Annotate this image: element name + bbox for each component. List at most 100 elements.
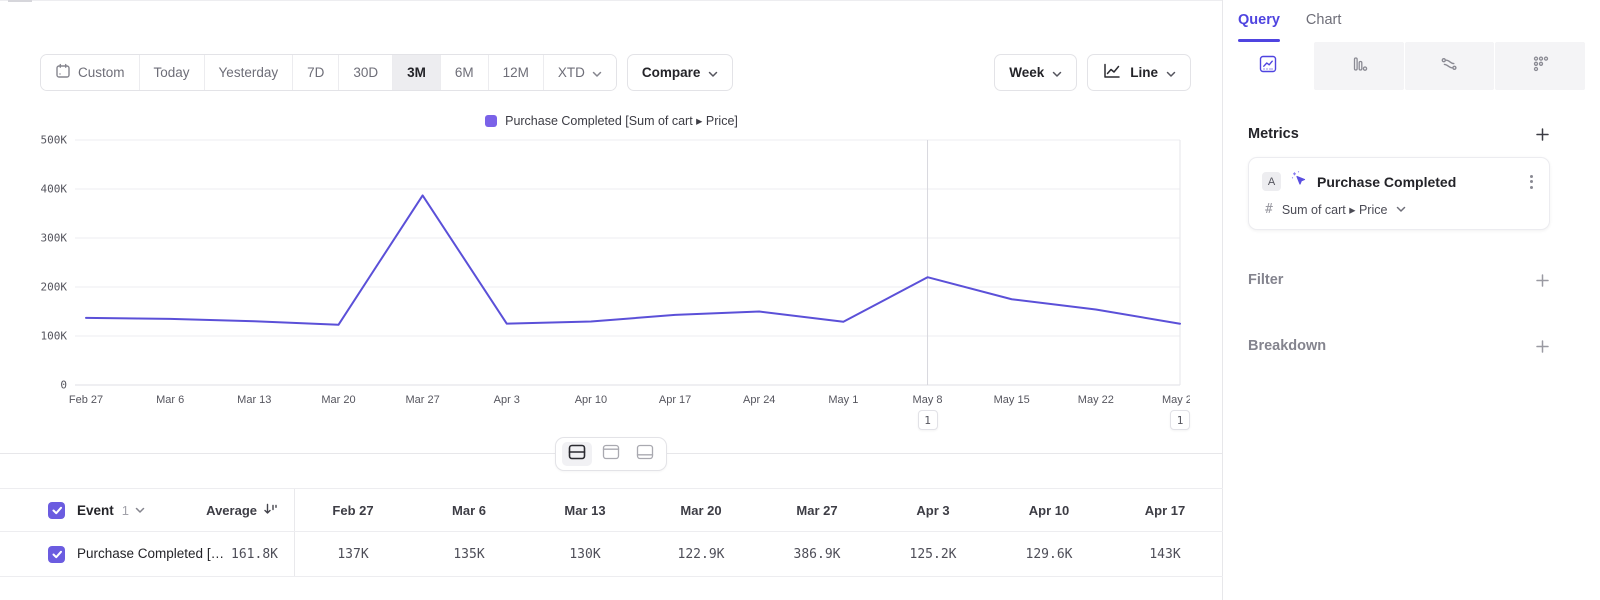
table-value-cell: 386.9K xyxy=(759,532,875,576)
event-sparkle-icon xyxy=(1290,170,1308,193)
chart-toolbar: CustomTodayYesterday7D30D3M6M12MXTD Comp… xyxy=(40,54,1191,91)
panel-tabs: Query Chart xyxy=(1223,0,1600,42)
svg-text:Apr 10: Apr 10 xyxy=(575,394,607,406)
table-value-cell: 122.9K xyxy=(643,532,759,576)
svg-text:Mar 27: Mar 27 xyxy=(405,394,439,406)
line-chart: 0100K200K300K400K500KFeb 27Mar 6Mar 13Ma… xyxy=(40,130,1190,420)
funnels-icon xyxy=(1349,54,1369,79)
date-range-yesterday[interactable]: Yesterday xyxy=(205,55,294,90)
event-header-label: Event xyxy=(77,503,114,518)
svg-text:100K: 100K xyxy=(41,330,68,343)
date-header-cells: Feb 27Mar 6Mar 13Mar 20Mar 27Apr 3Apr 10… xyxy=(295,489,1223,531)
annotation-badge[interactable]: 1 xyxy=(918,410,938,430)
svg-text:Apr 3: Apr 3 xyxy=(494,394,520,406)
layout-toggle-chart-only[interactable] xyxy=(596,442,626,466)
date-column-header[interactable]: Feb 27 xyxy=(295,489,411,531)
table-value-cell: 137K xyxy=(295,532,411,576)
svg-text:May 29: May 29 xyxy=(1162,394,1190,406)
panel-tab-query[interactable]: Query xyxy=(1238,12,1280,42)
granularity-label: Week xyxy=(1009,65,1044,80)
aggregation-selector[interactable]: # Sum of cart ▸ Price xyxy=(1262,200,1537,218)
report-main-area: CustomTodayYesterday7D30D3M6M12MXTD Comp… xyxy=(0,0,1223,600)
svg-text:May 1: May 1 xyxy=(828,394,858,406)
line-chart-icon xyxy=(1102,62,1122,83)
date-column-header[interactable]: Apr 3 xyxy=(875,489,991,531)
row-checkbox[interactable] xyxy=(48,546,65,563)
metric-card[interactable]: A Purchase Completed # Sum of cart ▸ Pri… xyxy=(1248,157,1550,230)
date-range-3m[interactable]: 3M xyxy=(393,55,441,90)
table-value-cell: 125.2K xyxy=(875,532,991,576)
breakdown-section-header: Breakdown xyxy=(1248,338,1550,354)
date-range-xtd[interactable]: XTD xyxy=(544,55,616,90)
breakdown-title: Breakdown xyxy=(1248,338,1326,354)
date-column-header[interactable]: Mar 13 xyxy=(527,489,643,531)
kebab-menu-icon[interactable] xyxy=(1526,173,1537,191)
report-type-tab-retention[interactable] xyxy=(1495,42,1585,90)
layout-toggle-split-view[interactable] xyxy=(562,442,592,466)
legend-label: Purchase Completed [Sum of cart ▸ Price] xyxy=(505,113,738,128)
metric-card-row: A Purchase Completed xyxy=(1262,170,1537,193)
compare-label: Compare xyxy=(642,65,701,80)
date-column-header[interactable]: Apr 10 xyxy=(991,489,1107,531)
average-header-cell[interactable]: Average xyxy=(196,489,295,531)
date-column-header[interactable]: Mar 20 xyxy=(643,489,759,531)
add-metric-button[interactable] xyxy=(1535,127,1550,142)
panel-tab-chart[interactable]: Chart xyxy=(1306,12,1341,42)
table-only-icon xyxy=(634,443,656,466)
svg-text:400K: 400K xyxy=(41,183,68,196)
query-panel: QueryChart Metrics A Purchase Completed … xyxy=(1223,0,1600,600)
calendar-icon xyxy=(55,63,71,82)
chart-legend: Purchase Completed [Sum of cart ▸ Price] xyxy=(0,113,1223,128)
date-column-header[interactable]: Apr 17 xyxy=(1107,489,1223,531)
date-column-header[interactable]: Mar 27 xyxy=(759,489,875,531)
report-type-tab-insights[interactable] xyxy=(1223,42,1313,90)
insights-icon xyxy=(1258,54,1278,79)
svg-text:Apr 24: Apr 24 xyxy=(743,394,775,406)
svg-text:Mar 13: Mar 13 xyxy=(237,394,271,406)
svg-text:Mar 6: Mar 6 xyxy=(156,394,184,406)
table-value-cell: 143K xyxy=(1107,532,1223,576)
date-range-7d[interactable]: 7D xyxy=(293,55,339,90)
display-controls: Week Line xyxy=(994,54,1191,91)
row-name-cell: Purchase Completed [Sum of cart ▸ Price] xyxy=(0,532,227,576)
table-value-cell: 130K xyxy=(527,532,643,576)
average-value: 161.8K xyxy=(231,547,278,562)
retention-icon xyxy=(1530,54,1550,79)
date-range-controls: CustomTodayYesterday7D30D3M6M12MXTD Comp… xyxy=(40,54,733,91)
date-range-6m[interactable]: 6M xyxy=(441,55,489,90)
report-type-tab-flows[interactable] xyxy=(1405,42,1495,90)
svg-text:May 8: May 8 xyxy=(913,394,943,406)
layout-toggle-table-only[interactable] xyxy=(630,442,660,466)
report-type-tabs xyxy=(1223,42,1586,90)
row-name-label: Purchase Completed [Sum of cart ▸ Price] xyxy=(77,546,227,562)
table-value-cell: 129.6K xyxy=(991,532,1107,576)
chart-type-button[interactable]: Line xyxy=(1087,54,1191,91)
chevron-down-icon xyxy=(135,501,145,519)
table-header-row: Event 1 Average Feb 27Mar 6Mar 13Mar 20M… xyxy=(0,488,1223,532)
date-range-30d[interactable]: 30D xyxy=(339,55,393,90)
event-count: 1 xyxy=(122,503,129,518)
svg-text:May 15: May 15 xyxy=(994,394,1030,406)
compare-button[interactable]: Compare xyxy=(627,54,734,91)
svg-text:300K: 300K xyxy=(41,232,68,245)
svg-text:Mar 20: Mar 20 xyxy=(321,394,355,406)
table-row[interactable]: Purchase Completed [Sum of cart ▸ Price]… xyxy=(0,532,1223,577)
add-breakdown-button[interactable] xyxy=(1535,339,1550,354)
chart-type-label: Line xyxy=(1130,65,1158,80)
annotation-badge[interactable]: 1 xyxy=(1170,410,1190,430)
average-header-label: Average xyxy=(206,503,257,518)
date-range-custom[interactable]: Custom xyxy=(41,55,140,90)
event-header-cell[interactable]: Event 1 xyxy=(0,489,196,531)
split-view-icon xyxy=(566,443,588,466)
granularity-button[interactable]: Week xyxy=(994,54,1077,91)
date-column-header[interactable]: Mar 6 xyxy=(411,489,527,531)
add-filter-button[interactable] xyxy=(1535,273,1550,288)
chevron-down-icon xyxy=(1396,200,1406,218)
select-all-checkbox[interactable] xyxy=(48,502,65,519)
date-range-12m[interactable]: 12M xyxy=(489,55,544,90)
table-value-cell: 135K xyxy=(411,532,527,576)
report-type-tab-funnels[interactable] xyxy=(1314,42,1404,90)
metric-letter-badge: A xyxy=(1262,172,1281,191)
date-range-today[interactable]: Today xyxy=(140,55,205,90)
svg-text:0: 0 xyxy=(60,379,67,392)
